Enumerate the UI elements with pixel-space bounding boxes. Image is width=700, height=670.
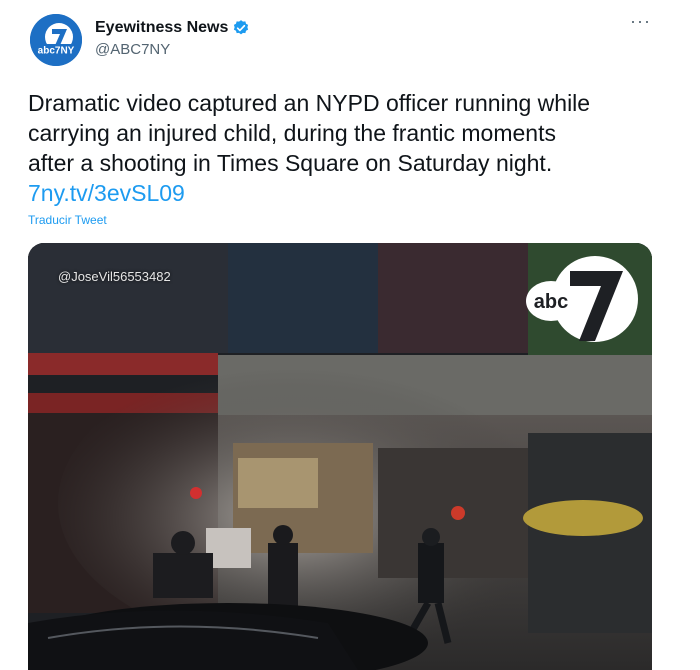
abc7ny-avatar-icon: abc7NY: [30, 14, 82, 66]
author-name-row: Eyewitness News: [95, 19, 250, 37]
logo-text: abc: [534, 291, 568, 313]
tweet-text: Dramatic video captured an NYPD officer …: [28, 88, 668, 208]
video-watermark: @JoseVil56553482: [58, 269, 171, 284]
tweet-text-line: Dramatic video captured an NYPD officer …: [28, 90, 591, 116]
translate-tweet-link[interactable]: Traducir Tweet: [28, 213, 107, 227]
more-options-icon[interactable]: ···: [630, 12, 654, 32]
video-thumbnail[interactable]: @JoseVil56553482 abc: [28, 243, 652, 670]
tweet-text-line: carrying an injured child, during the fr…: [28, 120, 556, 146]
avatar-text: abc7NY: [38, 46, 75, 57]
tweet-text-line: after a shooting in Times Square on Satu…: [28, 150, 553, 176]
avatar[interactable]: abc7NY: [30, 14, 82, 66]
verified-badge-icon: [234, 20, 249, 35]
author-handle[interactable]: @ABC7NY: [95, 41, 170, 58]
tweet-link[interactable]: 7ny.tv/3evSL09: [28, 178, 185, 208]
abc7-logo-icon: abc: [526, 256, 638, 342]
author-display-name[interactable]: Eyewitness News: [95, 19, 228, 37]
